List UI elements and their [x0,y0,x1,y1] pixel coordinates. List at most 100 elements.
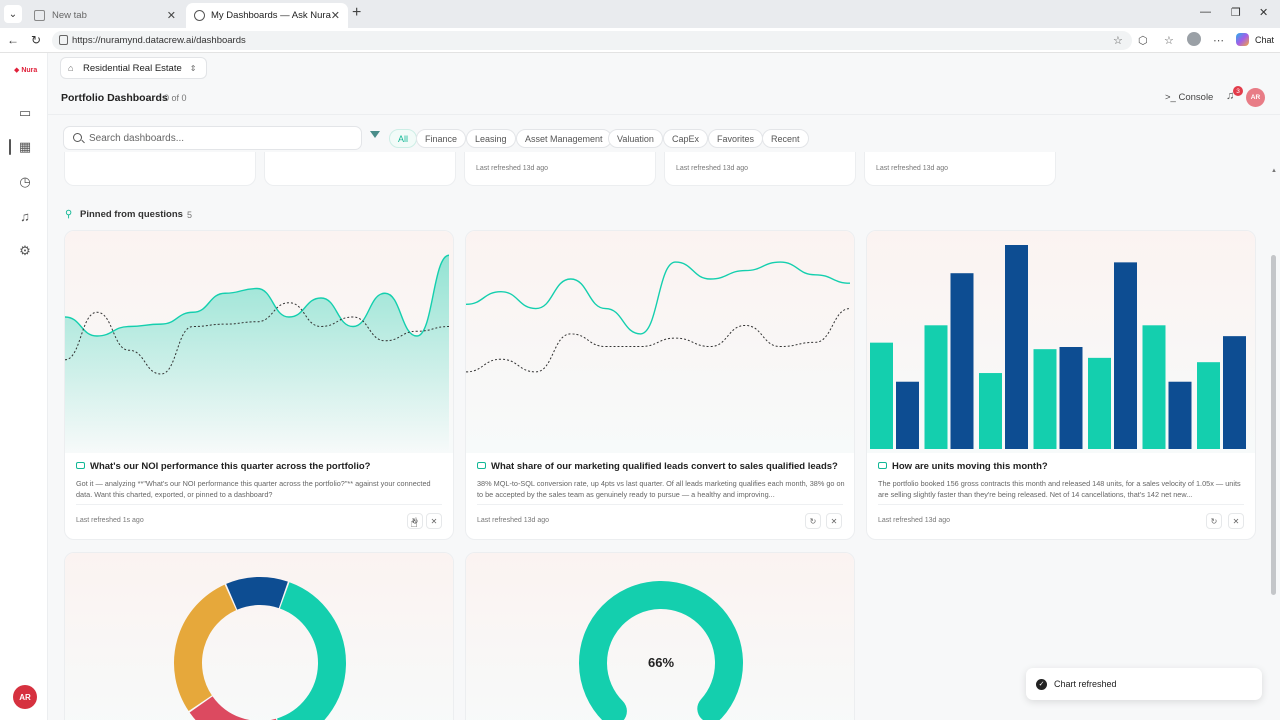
chart-area: 66% [466,553,854,720]
bar [1033,349,1057,449]
filter-chip-valuation[interactable]: Valuation [608,129,663,148]
card-question: How are units moving this month? [878,461,1048,472]
chat-icon[interactable]: ▭ [17,105,33,121]
close-window-icon[interactable]: ✕ [1259,6,1268,19]
refresh-timestamp: Last refreshed 13d ago [476,165,548,172]
app-sidebar: ◆ Nura ▭ ▦ ◷ ♫ ⚙ AR [0,53,48,720]
bar [1114,262,1137,449]
favorite-star-icon[interactable]: ☆ [1113,34,1123,47]
dashboard-card[interactable] [64,152,256,186]
address-bar: ← ↻ https://nuramynd.datacrew.ai/dashboa… [0,28,1280,53]
refresh-timestamp: Last refreshed 13d ago [876,165,948,172]
minimize-icon[interactable]: — [1200,6,1211,18]
refresh-timestamp: Last refreshed 1s ago [76,517,144,524]
refresh-timestamp: Last refreshed 13d ago [878,517,950,524]
extensions-icon[interactable]: ⬡ [1138,34,1148,47]
console-button[interactable]: >_ Console [1165,92,1213,103]
header-divider [48,114,1280,115]
logo[interactable]: ◆ Nura [14,66,37,74]
new-tab-icon[interactable]: + [352,4,361,22]
filter-chip-recent[interactable]: Recent [762,129,809,148]
card-question: What's our NOI performance this quarter … [76,461,370,472]
globe-icon [194,10,205,21]
tab-actions-menu-icon[interactable]: ⌄ [4,5,22,23]
refresh-button[interactable]: ↻ [805,513,821,529]
pinned-card-noi[interactable]: What's our NOI performance this quarter … [64,230,454,540]
chevron-updown-icon: ⇕ [189,63,197,73]
card-answer: The portfolio booked 156 gross contracts… [878,479,1241,499]
workspace-selector[interactable]: ⌂ Residential Real Estate ⇕ [60,57,208,79]
close-tab-icon[interactable]: ✕ [331,9,340,22]
close-tab-icon[interactable]: ✕ [167,9,176,22]
reload-icon[interactable]: ↻ [31,33,41,47]
card-answer: Got it — analyzing **"What's our NOI per… [76,479,431,499]
notifications-nav-icon[interactable]: ♫ [17,208,33,224]
back-icon[interactable]: ← [7,33,19,47]
scroll-up-icon[interactable]: ▲ [1271,168,1277,174]
mql-line-chart [466,261,851,373]
copilot-icon[interactable] [1236,33,1249,46]
donut-slice [226,577,288,610]
chart-area [65,231,453,453]
terminal-icon: >_ [1165,92,1179,103]
refresh-timestamp: Last refreshed 13d ago [477,517,549,524]
dashboard-card[interactable] [264,152,456,186]
dashboard-card[interactable]: Last refreshed 13d ago [464,152,656,186]
dashboard-card[interactable]: Last refreshed 13d ago [864,152,1056,186]
donut-slice [276,582,346,720]
pinned-card-units[interactable]: How are units moving this month? The por… [866,230,1256,540]
message-icon [76,462,85,469]
dashboards-icon[interactable]: ▦ [9,139,33,155]
pinned-card-mql[interactable]: What share of our marketing qualified le… [465,230,855,540]
card-divider [477,504,843,505]
area-fill [65,255,449,453]
url-field[interactable]: https://nuramynd.datacrew.ai/dashboards [52,31,1132,50]
refresh-button[interactable]: ↻ [1206,513,1222,529]
filter-chip-favorites[interactable]: Favorites [708,129,764,148]
chart-area [867,231,1255,453]
profile-icon[interactable] [1187,32,1201,46]
filter-chip-all[interactable]: All [389,129,418,148]
browser-tab-strip: ⌄ New tab ✕ My Dashboards — Ask Nura ✕ +… [0,0,1280,28]
scrollbar-thumb[interactable] [1271,255,1276,595]
dashboard-card[interactable]: Last refreshed 13d ago [664,152,856,186]
chat-button[interactable]: Chat [1255,35,1274,45]
filter-chip-capex[interactable]: CapEx [663,129,709,148]
more-icon[interactable]: ⋯ [1213,34,1224,47]
browser-tab-new-tab[interactable]: New tab ✕ [26,3,184,28]
section-count: 5 [187,210,193,220]
notification-badge: 3 [1233,86,1243,96]
filter-chip-leasing[interactable]: Leasing [466,129,516,148]
user-avatar[interactable]: AR [1246,88,1265,107]
message-icon [477,462,486,469]
dashboard-count: 0 of 0 [164,93,187,103]
filter-chip-finance[interactable]: Finance [416,129,467,148]
series-line [466,261,851,335]
bar [896,381,919,449]
chart-area [65,553,453,720]
history-icon[interactable]: ◷ [17,174,33,190]
bar [1005,245,1028,449]
pinned-card-donut[interactable] [64,552,454,720]
pinned-card-gauge[interactable]: 66% [465,552,855,720]
unpin-button[interactable]: ✕ [426,513,442,529]
browser-tab-dashboards[interactable]: My Dashboards — Ask Nura ✕ [186,3,348,28]
chart-area [466,231,854,453]
unpin-button[interactable]: ✕ [826,513,842,529]
filter-chip-asset-management[interactable]: Asset Management [516,129,612,148]
search-input[interactable] [89,132,349,144]
favorites-icon[interactable]: ☆ [1164,34,1174,47]
pin-icon: ⚲ [65,209,73,220]
donut-slice [189,695,277,720]
search-box[interactable] [63,126,362,150]
restore-icon[interactable]: ❐ [1231,6,1241,19]
bar [1197,362,1220,449]
section-title: Pinned from questions [80,209,183,220]
bar [870,342,893,449]
unpin-button[interactable]: ✕ [1228,513,1244,529]
card-question: What share of our marketing qualified le… [477,461,838,472]
settings-icon[interactable]: ⚙ [17,243,33,259]
filter-icon[interactable] [370,131,380,138]
avatar[interactable]: AR [13,685,37,709]
site-info-icon[interactable] [59,35,68,45]
